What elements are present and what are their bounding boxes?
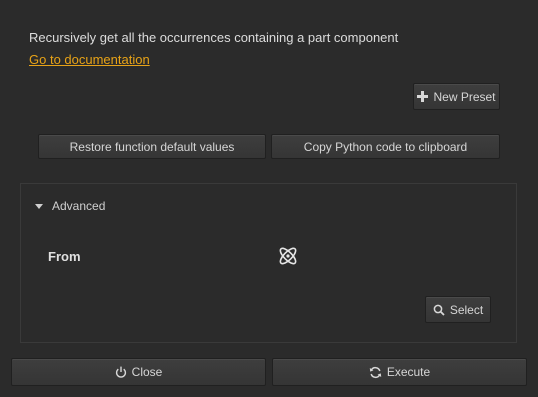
new-preset-label: New Preset [433,89,496,104]
restore-defaults-label: Restore function default values [69,139,235,154]
execute-label: Execute [386,365,431,379]
execute-button[interactable]: Execute [272,358,527,386]
power-icon [115,366,127,378]
part-component-icon [277,244,299,268]
plus-icon [417,91,429,102]
close-button[interactable]: Close [11,358,266,386]
new-preset-button[interactable]: New Preset [413,83,500,110]
select-button[interactable]: Select [425,296,491,323]
function-description: Recursively get all the occurrences cont… [29,30,399,45]
documentation-link[interactable]: Go to documentation [29,52,150,67]
refresh-icon [369,366,382,379]
copy-python-button[interactable]: Copy Python code to clipboard [271,134,500,159]
select-label: Select [449,302,484,317]
search-icon [433,304,445,316]
triangle-down-icon [35,203,43,209]
advanced-panel: Advanced From Select [20,183,517,343]
advanced-toggle[interactable]: Advanced [35,199,105,213]
from-label: From [48,249,81,264]
copy-python-label: Copy Python code to clipboard [303,139,468,154]
restore-defaults-button[interactable]: Restore function default values [38,134,266,159]
close-label: Close [131,365,163,379]
function-dialog: Recursively get all the occurrences cont… [0,0,538,397]
advanced-label: Advanced [52,199,106,213]
